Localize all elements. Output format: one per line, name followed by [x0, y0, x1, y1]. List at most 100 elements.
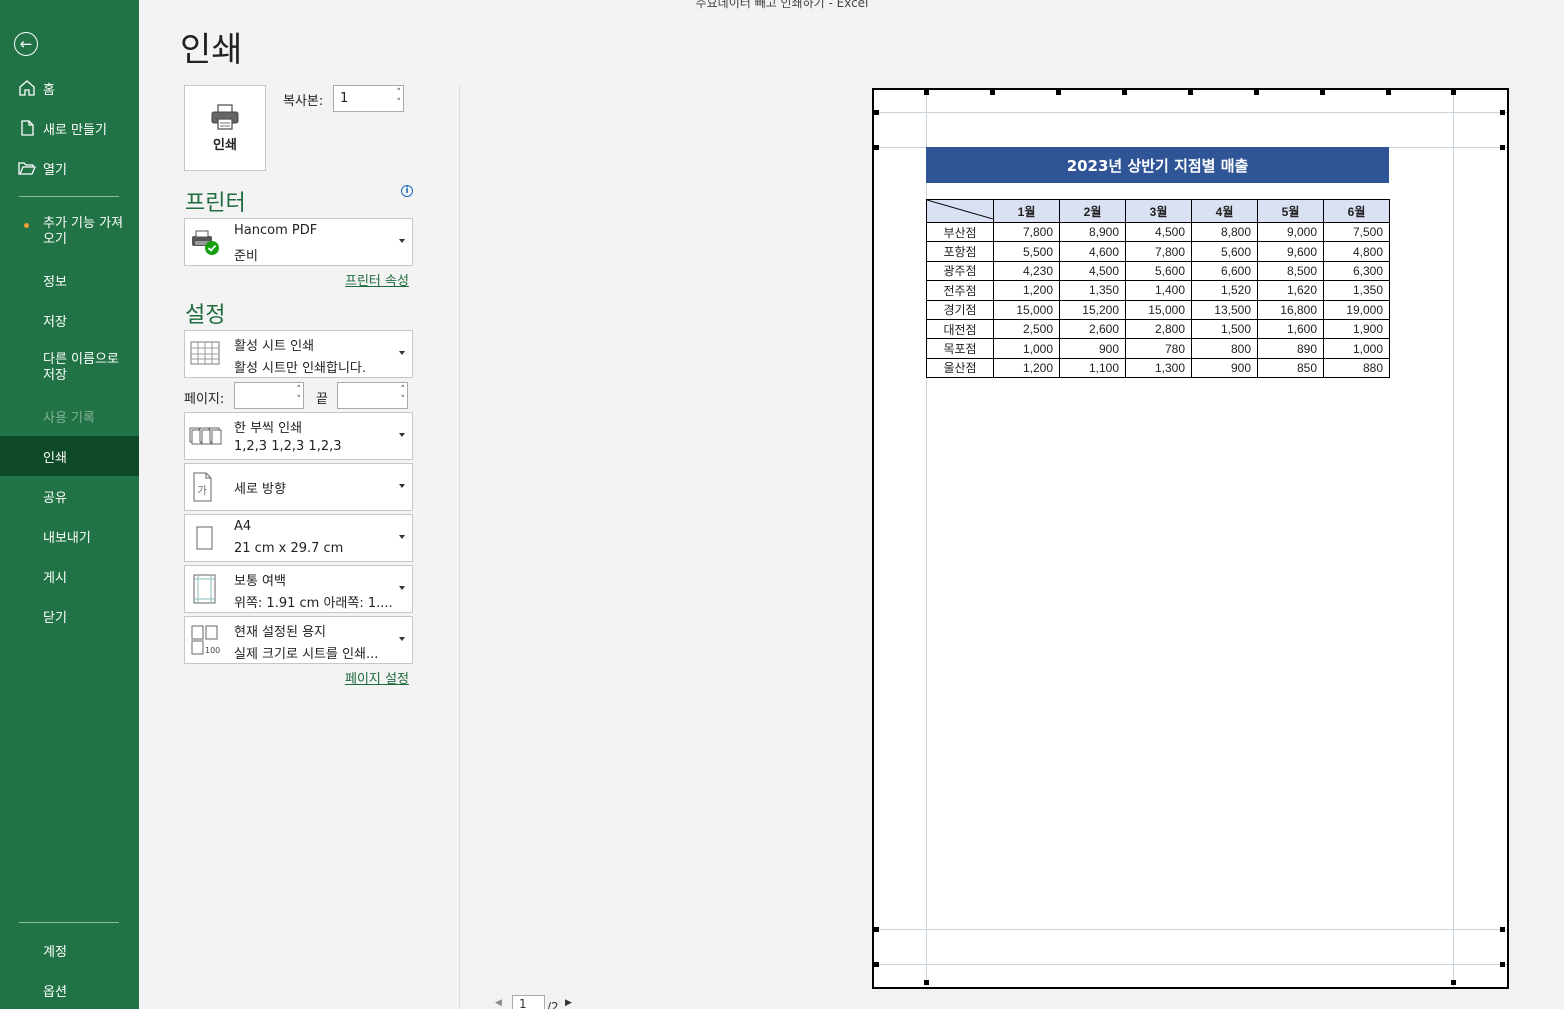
- branch-cell: 울산점: [926, 357, 994, 379]
- branch-cell: 대전점: [926, 318, 994, 340]
- nav-open-label: 열기: [43, 162, 67, 178]
- branch-cell: 전주점: [926, 280, 994, 301]
- column-header: 4월: [1191, 199, 1258, 223]
- collate-dropdown[interactable]: 한 부씩 인쇄 1,2,3 1,2,3 1,2,3: [184, 412, 413, 460]
- value-cell: 2,800: [1125, 318, 1192, 340]
- margin-handle[interactable]: [1500, 962, 1505, 967]
- margin-handle[interactable]: [924, 90, 929, 95]
- total-pages: /2: [547, 1000, 559, 1009]
- paper-size-desc: 21 cm x 29.7 cm: [234, 541, 344, 556]
- corner-cell: [926, 199, 994, 223]
- value-cell: 7,500: [1323, 221, 1390, 243]
- margins-icon: [193, 574, 216, 604]
- chevron-down-icon: [399, 586, 405, 590]
- sheet-grid-icon: [190, 341, 220, 365]
- nav-share-label: 공유: [43, 490, 67, 506]
- nav-home[interactable]: 홈: [0, 68, 139, 108]
- footer-margin-guide: [874, 964, 1507, 965]
- nav-export[interactable]: 내보내기: [0, 516, 139, 556]
- value-cell: 1,200: [993, 357, 1060, 379]
- home-icon: [19, 80, 35, 96]
- column-handle[interactable]: [990, 90, 995, 95]
- value-cell: 6,600: [1191, 260, 1258, 282]
- column-handle[interactable]: [1056, 90, 1061, 95]
- nav-history: 사용 기록: [0, 396, 139, 436]
- value-cell: 1,400: [1125, 280, 1192, 301]
- nav-open[interactable]: 열기: [0, 148, 139, 188]
- nav-get-addins[interactable]: 추가 기능 가져오기: [0, 212, 139, 252]
- nav-info[interactable]: 정보: [0, 260, 139, 300]
- page-setup-link[interactable]: 페이지 설정: [345, 668, 409, 687]
- print-what-dropdown[interactable]: 활성 시트 인쇄 활성 시트만 인쇄합니다.: [184, 330, 413, 378]
- printer-status: 준비: [234, 249, 258, 264]
- column-handle[interactable]: [1386, 90, 1391, 95]
- value-cell: 1,900: [1323, 318, 1390, 340]
- nav-save-as-label: 다른 이름으로 저장: [43, 352, 119, 383]
- orientation-dropdown[interactable]: 가 세로 방향: [184, 463, 413, 511]
- table-row: 경기점 15,000 15,200 15,000 13,500 16,800 19,000: [926, 299, 1390, 320]
- page-number-input[interactable]: 1: [512, 995, 545, 1009]
- nav-share[interactable]: 공유: [0, 476, 139, 516]
- pages-from-spinner[interactable]: ˄ ˅: [297, 385, 302, 405]
- next-page-icon[interactable]: ▶: [565, 998, 572, 1008]
- back-arrow-icon[interactable]: ←: [14, 32, 38, 56]
- value-cell: 6,300: [1323, 260, 1390, 282]
- value-cell: 8,900: [1059, 221, 1126, 243]
- value-cell: 19,000: [1323, 299, 1390, 320]
- pages-label: 페이지:: [184, 392, 225, 407]
- nav-info-label: 정보: [43, 274, 67, 290]
- nav-print[interactable]: 인쇄: [0, 436, 139, 476]
- nav-publish[interactable]: 게시: [0, 556, 139, 596]
- table-row: 목포점 1,000 900 780 800 890 1,000: [926, 338, 1390, 359]
- branch-cell: 목포점: [926, 338, 994, 359]
- margin-handle[interactable]: [1500, 145, 1505, 150]
- printer-properties-link[interactable]: 프린터 속성: [345, 270, 409, 289]
- value-cell: 7,800: [993, 221, 1060, 243]
- value-cell: 1,000: [1323, 338, 1390, 359]
- notification-dot-icon: [24, 223, 29, 228]
- paper-size-dropdown[interactable]: A4 21 cm x 29.7 cm: [184, 514, 413, 562]
- info-icon[interactable]: i: [401, 185, 413, 197]
- column-handle[interactable]: [1122, 90, 1127, 95]
- margins-dropdown[interactable]: 보통 여백 위쪽: 1.91 cm 아래쪽: 1....: [184, 565, 413, 613]
- column-header: 6월: [1323, 199, 1390, 223]
- svg-text:가: 가: [197, 484, 207, 497]
- print-button[interactable]: 인쇄: [184, 85, 266, 171]
- margin-handle[interactable]: [1451, 980, 1456, 985]
- column-handle[interactable]: [1254, 90, 1259, 95]
- printer-dropdown[interactable]: Hancom PDF 준비: [184, 218, 413, 266]
- nav-options[interactable]: 옵션: [0, 970, 139, 1009]
- scaling-dropdown[interactable]: 100 현재 설정된 용지 실제 크기로 시트를 인쇄...: [184, 616, 413, 664]
- copies-spinner[interactable]: ˄ ˅: [397, 88, 402, 108]
- margin-handle[interactable]: [874, 927, 879, 932]
- margin-handle[interactable]: [874, 110, 879, 115]
- table-row: 전주점 1,200 1,350 1,400 1,520 1,620 1,350: [926, 280, 1390, 301]
- margin-handle[interactable]: [924, 980, 929, 985]
- nav-close[interactable]: 닫기: [0, 596, 139, 636]
- margin-handle[interactable]: [874, 962, 879, 967]
- prev-page-icon[interactable]: ◀: [495, 998, 502, 1008]
- nav-separator: [19, 196, 119, 197]
- pages-to-input[interactable]: ˄ ˅: [337, 382, 408, 409]
- chevron-down-icon: [399, 433, 405, 437]
- chevron-down-icon: [399, 239, 405, 243]
- column-handle[interactable]: [1188, 90, 1193, 95]
- printer-icon: [211, 103, 239, 130]
- pages-from-input[interactable]: ˄ ˅: [234, 382, 304, 409]
- value-cell: 1,300: [1125, 357, 1192, 379]
- nav-account[interactable]: 계정: [0, 930, 139, 970]
- margin-handle[interactable]: [1451, 90, 1456, 95]
- margin-handle[interactable]: [1500, 927, 1505, 932]
- nav-save[interactable]: 저장: [0, 300, 139, 340]
- margin-handle[interactable]: [874, 145, 879, 150]
- margin-handle[interactable]: [1500, 110, 1505, 115]
- value-cell: 880: [1323, 357, 1390, 379]
- column-handle[interactable]: [1320, 90, 1325, 95]
- copies-input[interactable]: 1 ˄ ˅: [333, 85, 404, 112]
- value-cell: 4,500: [1059, 260, 1126, 282]
- nav-save-as[interactable]: 다른 이름으로 저장: [0, 348, 139, 388]
- pages-to-spinner[interactable]: ˄ ˅: [401, 385, 406, 405]
- nav-new[interactable]: 새로 만들기: [0, 108, 139, 148]
- table-row: 대전점 2,500 2,600 2,800 1,500 1,600 1,900: [926, 318, 1390, 340]
- pages-range-row: 페이지: ˄ ˅ 끝 ˄ ˅: [184, 382, 414, 409]
